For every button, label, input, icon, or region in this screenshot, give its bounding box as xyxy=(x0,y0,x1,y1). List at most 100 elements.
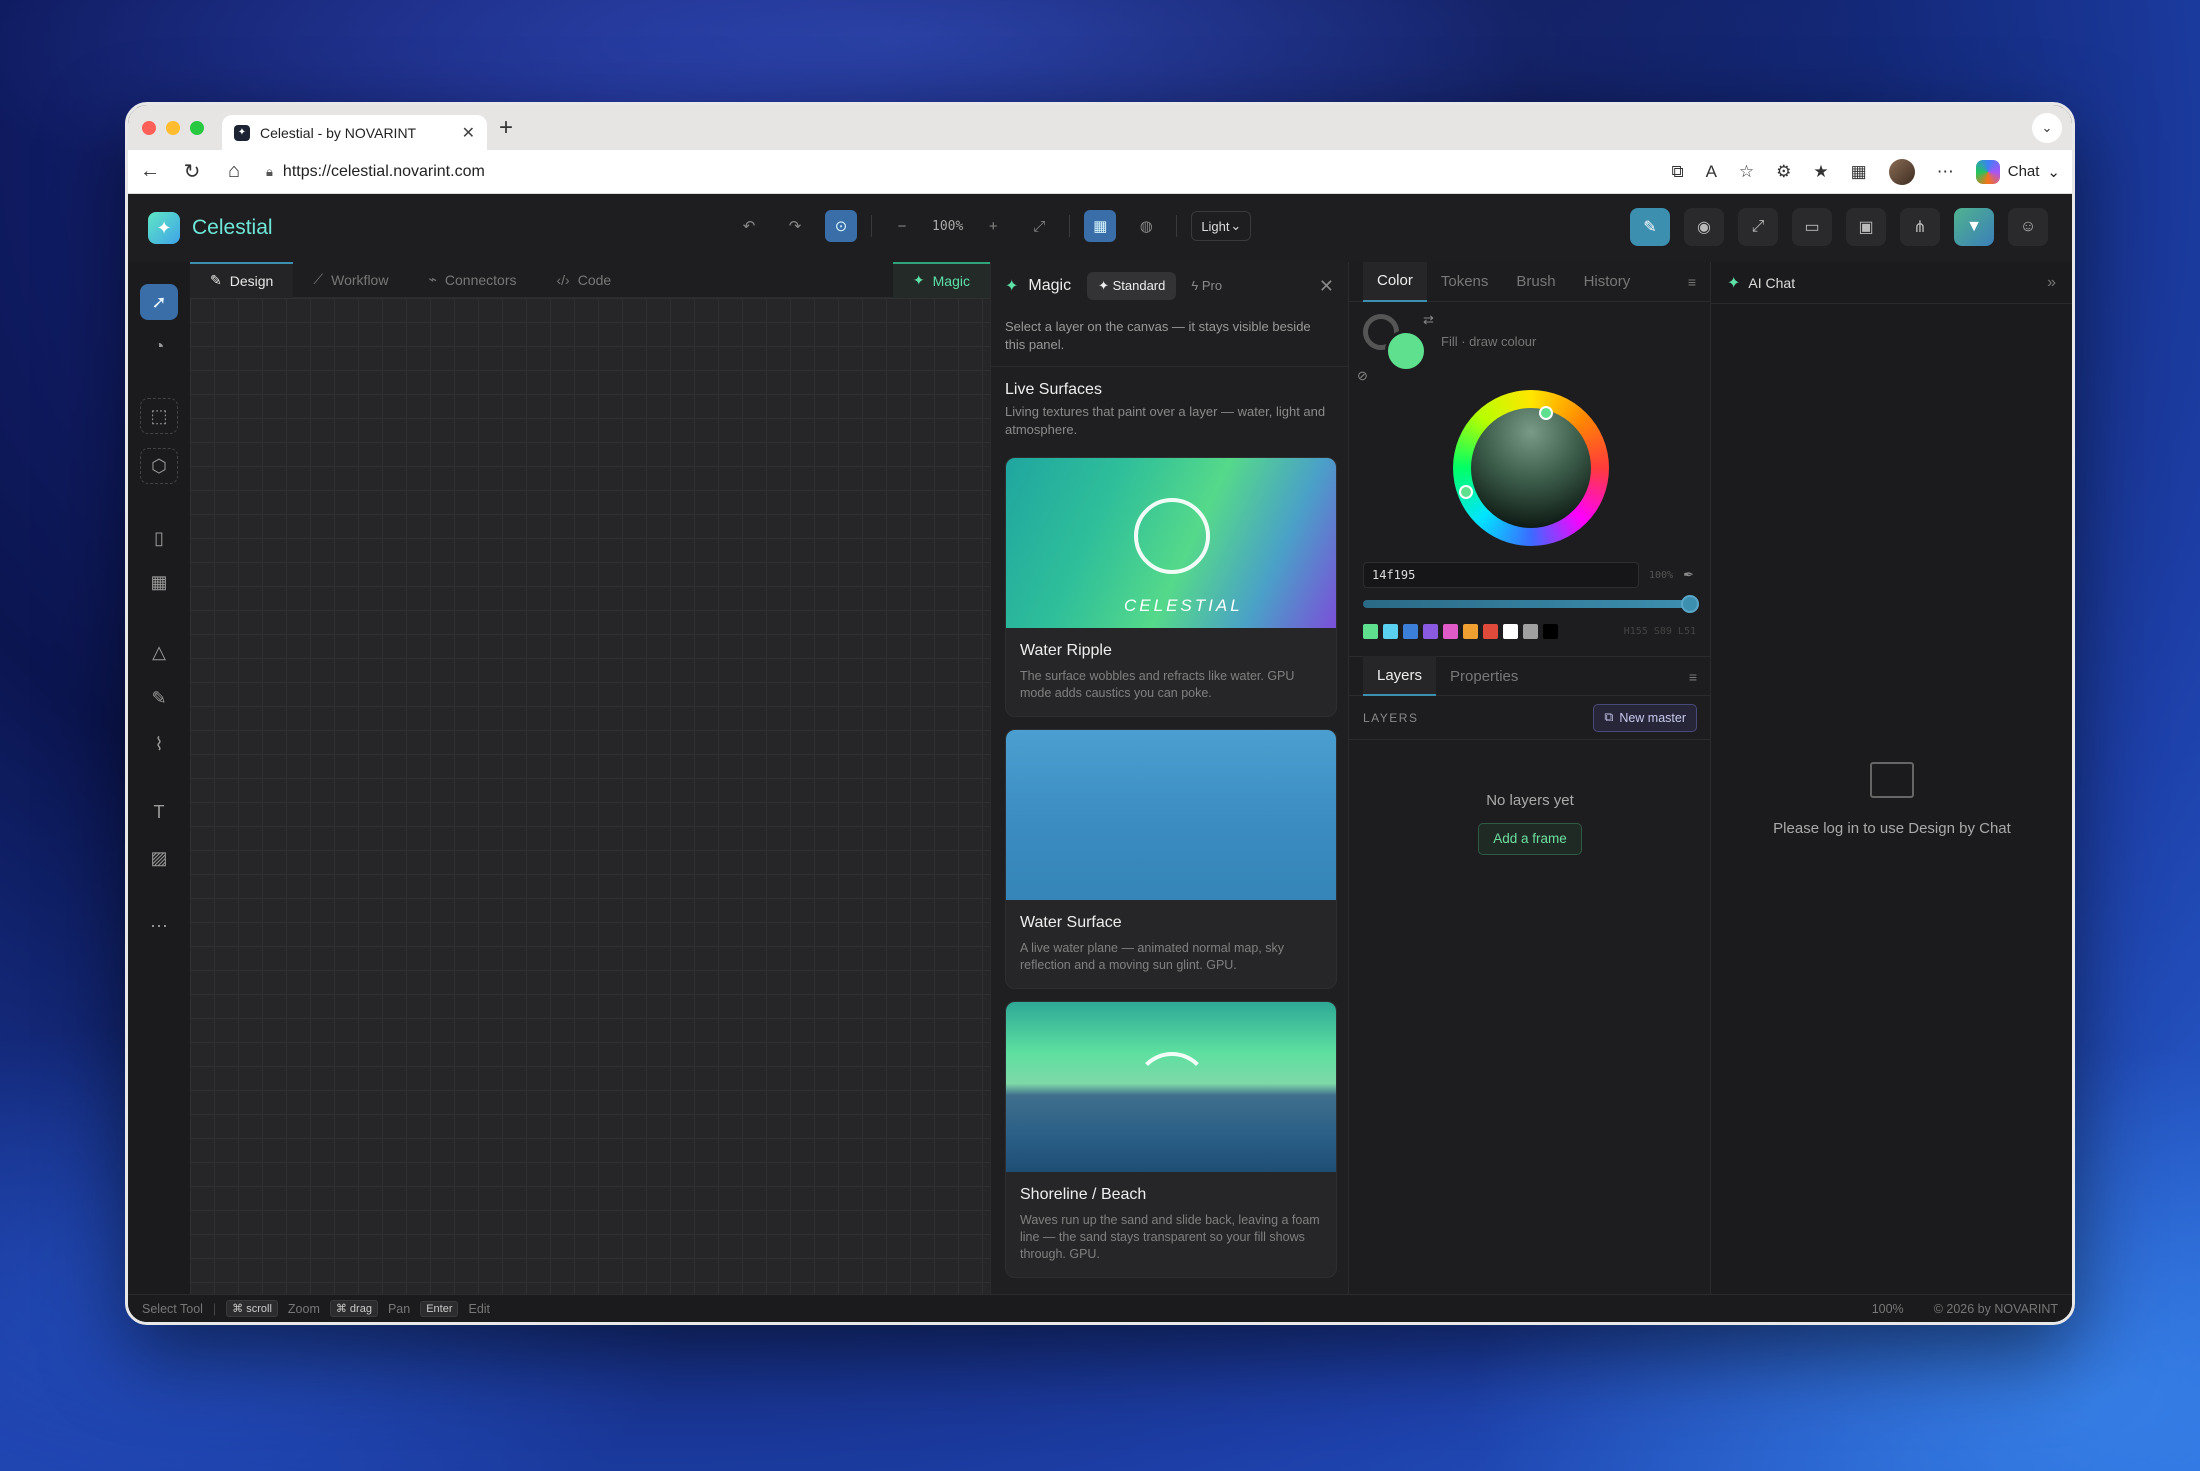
favorite-star-icon[interactable]: ☆ xyxy=(1739,162,1754,182)
open-in-app-icon[interactable]: ⧉ xyxy=(1671,162,1683,182)
tab-properties[interactable]: Properties xyxy=(1436,656,1532,696)
new-master-button[interactable]: ⧉ New master xyxy=(1593,703,1697,732)
redo-icon[interactable]: ↷ xyxy=(779,210,811,242)
open-folder-icon[interactable]: ▭ xyxy=(1792,208,1832,246)
color-wheel[interactable] xyxy=(1453,390,1609,546)
surface-card-water-surface[interactable]: Water Surface A live water plane — anima… xyxy=(1005,729,1337,989)
tab-color[interactable]: Color xyxy=(1363,261,1427,302)
palette-swatch[interactable] xyxy=(1383,624,1398,639)
url-field[interactable]: 🔒︎ https://celestial.novarint.com xyxy=(266,155,1650,188)
text-tool-icon[interactable]: T xyxy=(140,794,178,830)
shapes-icon[interactable]: △ xyxy=(140,634,178,670)
reload-icon[interactable]: ↻ xyxy=(182,159,202,184)
minimize-window-button[interactable] xyxy=(166,120,180,135)
palette-icon[interactable]: ◔ xyxy=(140,328,178,364)
tab-list-chevron-icon[interactable]: ⌄ xyxy=(2032,113,2062,143)
palette-swatch[interactable] xyxy=(1403,624,1418,639)
saturation-knob[interactable] xyxy=(1459,485,1473,499)
zoom-out-icon[interactable]: − xyxy=(886,210,918,242)
browser-tab[interactable]: ✦ Celestial - by NOVARINT ✕ xyxy=(222,115,487,150)
user-account-icon[interactable]: ☺ xyxy=(2008,208,2048,246)
opacity-slider[interactable] xyxy=(1363,595,1699,613)
maximize-window-button[interactable] xyxy=(190,120,204,135)
read-aloud-icon[interactable]: A xyxy=(1706,162,1717,182)
library-book-icon[interactable]: ▯ xyxy=(140,520,178,556)
present-icon[interactable]: ▼ xyxy=(1954,208,1994,246)
eyedropper-icon[interactable]: ✒ xyxy=(1683,567,1694,583)
share-icon[interactable]: ⋔ xyxy=(1900,208,1940,246)
frame-tool-icon[interactable]: ⬚ xyxy=(140,398,178,434)
grid-icon[interactable]: ▦ xyxy=(1084,210,1117,242)
close-tab-icon[interactable]: ✕ xyxy=(462,123,475,143)
tab-history[interactable]: History xyxy=(1570,262,1645,302)
more-icon[interactable]: ⋯ xyxy=(1937,162,1954,182)
tab-connectors[interactable]: ⌁ Connectors xyxy=(408,262,536,298)
palette-swatch[interactable] xyxy=(1503,624,1518,639)
slider-handle[interactable] xyxy=(1681,595,1699,613)
theme-select[interactable]: Light ⌄ xyxy=(1191,211,1252,241)
tab-tokens[interactable]: Tokens xyxy=(1427,262,1503,302)
image-tool-icon[interactable]: ▨ xyxy=(140,840,178,876)
opacity-value[interactable]: 100% xyxy=(1649,570,1673,581)
palette-swatch[interactable] xyxy=(1463,624,1478,639)
preview-eye-icon[interactable]: ◉ xyxy=(1684,208,1724,246)
globe-icon[interactable]: ◍ xyxy=(1130,210,1162,242)
lock-icon: 🔒︎ xyxy=(266,163,273,179)
no-color-icon[interactable]: ⊘ xyxy=(1357,368,1368,384)
tab-design[interactable]: ✎ Design xyxy=(190,261,294,298)
palette-swatch[interactable] xyxy=(1523,624,1538,639)
fullscreen-icon[interactable]: ⤢ xyxy=(1738,208,1778,246)
palette-swatch[interactable] xyxy=(1443,624,1458,639)
palette-swatch[interactable] xyxy=(1543,624,1558,639)
design-canvas[interactable] xyxy=(190,298,990,1294)
cube-icon[interactable]: ⬡ xyxy=(140,448,178,484)
tab-brush[interactable]: Brush xyxy=(1502,262,1569,302)
panel-menu-icon[interactable]: ≡ xyxy=(1688,274,1696,290)
hue-knob[interactable] xyxy=(1539,406,1553,420)
collections-icon[interactable]: ▦ xyxy=(1851,162,1867,182)
profile-avatar[interactable] xyxy=(1888,158,1915,185)
tab-magic[interactable]: ✦ Magic xyxy=(892,261,990,298)
palette-swatch[interactable] xyxy=(1423,624,1438,639)
palette-swatch[interactable] xyxy=(1483,624,1498,639)
close-icon[interactable]: ✕ xyxy=(1319,276,1334,297)
tab-layers[interactable]: Layers xyxy=(1363,656,1437,696)
mode-label: Pro xyxy=(1201,278,1223,293)
collapse-panel-icon[interactable]: » xyxy=(2047,274,2056,292)
snap-icon[interactable]: ⊙ xyxy=(825,210,857,242)
palette-swatch[interactable] xyxy=(1363,624,1378,639)
select-tool-icon[interactable]: ➚ xyxy=(140,284,178,320)
extensions-icon[interactable]: ⚙ xyxy=(1776,162,1791,182)
new-tab-icon[interactable]: + xyxy=(499,114,513,142)
fill-swatch[interactable] xyxy=(1385,330,1427,372)
swap-colors-icon[interactable]: ⇄ xyxy=(1423,312,1434,328)
close-window-button[interactable] xyxy=(142,120,156,135)
panel-menu-icon[interactable]: ≡ xyxy=(1689,669,1697,685)
surface-card-shoreline[interactable]: Shoreline / Beach Waves run up the sand … xyxy=(1005,1001,1337,1278)
sun-arc-shape xyxy=(1134,1052,1210,1128)
pen-tool-icon[interactable]: ✎ xyxy=(140,680,178,716)
add-frame-button[interactable]: Add a frame xyxy=(1478,823,1582,855)
tab-label: Design xyxy=(229,272,274,289)
zoom-in-icon[interactable]: + xyxy=(977,210,1009,242)
pen-mode-button[interactable]: ✎ xyxy=(1630,208,1670,246)
browser-actions: ⧉ A ☆ ⚙ ★ ▦ ⋯ Chat ⌄ xyxy=(1671,158,2060,185)
surface-card-water-ripple[interactable]: CELESTIAL Water Ripple The surface wobbl… xyxy=(1005,457,1337,717)
mode-pro[interactable]: ϟ Pro xyxy=(1180,272,1233,300)
fit-screen-icon[interactable]: ⤢ xyxy=(1023,210,1055,242)
copilot-chat-button[interactable]: Chat ⌄ xyxy=(1975,159,2060,184)
back-icon[interactable]: ← xyxy=(140,160,160,183)
color-triangle[interactable] xyxy=(1471,408,1591,528)
hex-input[interactable]: 14f195 xyxy=(1363,562,1639,588)
undo-icon[interactable]: ↶ xyxy=(733,210,765,242)
tab-workflow[interactable]: ⟋ Workflow xyxy=(293,262,408,298)
components-grid-icon[interactable]: ▦ xyxy=(140,564,178,600)
favorites-icon[interactable]: ★ xyxy=(1813,162,1828,182)
zoom-level[interactable]: 100% xyxy=(932,219,963,234)
mode-standard[interactable]: ✦ Standard xyxy=(1087,272,1177,300)
save-icon[interactable]: ▣ xyxy=(1846,208,1886,246)
home-icon[interactable]: ⌂ xyxy=(224,160,244,183)
more-tools-icon[interactable]: ⋯ xyxy=(140,908,178,944)
brush-tool-icon[interactable]: ⌇ xyxy=(140,726,178,762)
tab-code[interactable]: ‹/› Code xyxy=(536,262,631,298)
